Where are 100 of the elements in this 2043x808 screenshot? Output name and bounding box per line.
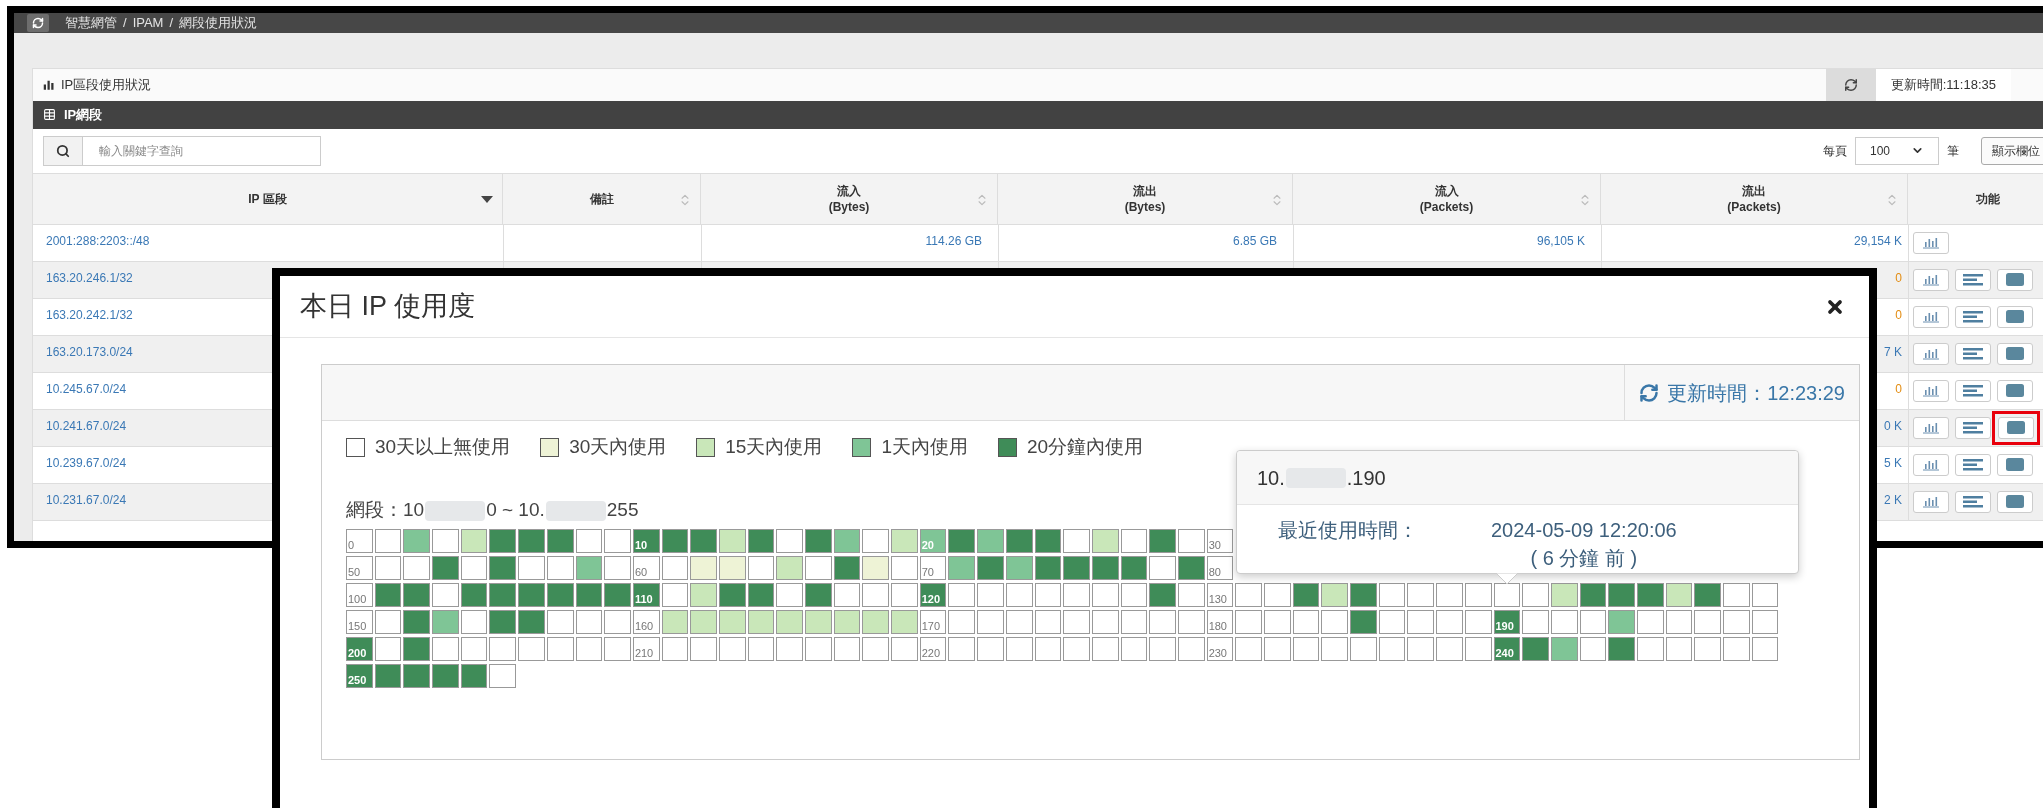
ip-cell[interactable] (805, 528, 832, 553)
search-field[interactable]: 輸入關鍵字查詢 (83, 135, 321, 166)
action-button[interactable] (1913, 490, 1949, 513)
ip-cell[interactable] (1522, 582, 1549, 607)
ip-cell[interactable] (1579, 609, 1607, 634)
breadcrumb-item[interactable]: 智慧網管 (65, 13, 117, 33)
ip-cell[interactable] (575, 555, 603, 580)
ip-cell[interactable] (833, 555, 861, 580)
ip-cell[interactable] (604, 636, 631, 661)
action-button[interactable] (1955, 268, 1991, 291)
ip-cell[interactable] (862, 555, 890, 580)
ip-cell[interactable] (1608, 636, 1635, 661)
ip-cell[interactable]: 120 (919, 582, 947, 607)
ip-cell[interactable]: 180 (1206, 609, 1234, 634)
ip-cell[interactable] (948, 636, 976, 661)
ip-cell[interactable] (1264, 609, 1291, 634)
ip-cell[interactable] (403, 636, 431, 661)
breadcrumb-item[interactable]: 網段使用狀況 (179, 13, 258, 33)
action-button[interactable] (1913, 268, 1949, 291)
ip-cell[interactable] (833, 636, 861, 661)
column-header[interactable]: IP 區段 (248, 190, 287, 207)
ip-cell[interactable] (1665, 636, 1693, 661)
ip-cell[interactable] (1636, 636, 1664, 661)
ip-cell[interactable] (948, 582, 976, 607)
ip-cell[interactable] (374, 609, 402, 634)
ip-cell[interactable] (718, 636, 746, 661)
ip-cell[interactable] (1321, 636, 1349, 661)
traffic-value[interactable]: 5 K (1884, 453, 1902, 472)
ip-cell[interactable]: 10 (632, 528, 660, 553)
ip-cell[interactable]: 30 (1206, 528, 1234, 553)
ip-cell[interactable] (1636, 609, 1664, 634)
action-button[interactable] (1997, 379, 2033, 402)
ip-cell[interactable] (1608, 582, 1635, 607)
ip-cell[interactable] (833, 582, 861, 607)
ip-cell[interactable] (460, 555, 488, 580)
ip-cell[interactable] (575, 636, 603, 661)
ip-cell[interactable] (862, 609, 890, 634)
traffic-value[interactable]: 0 (1895, 305, 1902, 324)
refresh-button[interactable] (27, 13, 49, 32)
ip-cell[interactable] (1063, 528, 1090, 553)
ip-cell[interactable] (1378, 582, 1406, 607)
action-button[interactable] (1955, 453, 1991, 476)
search-button[interactable] (43, 135, 83, 166)
ip-cell[interactable] (518, 609, 545, 634)
ip-cell[interactable] (460, 636, 488, 661)
ip-cell[interactable] (604, 555, 631, 580)
action-button[interactable] (1997, 490, 2033, 513)
ip-cell[interactable] (1407, 636, 1435, 661)
refresh-button[interactable] (1825, 68, 1876, 101)
ip-cell[interactable] (1149, 555, 1176, 580)
action-button[interactable] (1955, 379, 1991, 402)
ip-cell[interactable] (1436, 582, 1463, 607)
ip-cell[interactable]: 130 (1206, 582, 1234, 607)
action-button[interactable] (1997, 305, 2033, 328)
ip-cell[interactable] (1522, 609, 1549, 634)
ip-cell[interactable] (489, 663, 517, 688)
ip-cell[interactable] (1063, 636, 1090, 661)
ip-cell[interactable] (518, 555, 545, 580)
ip-cell[interactable] (546, 609, 574, 634)
column-header[interactable]: 流入 (Bytes) (828, 182, 870, 215)
ip-cell[interactable] (833, 528, 861, 553)
column-header[interactable]: 流出 (Packets) (1727, 182, 1781, 215)
ip-cell[interactable] (1149, 582, 1176, 607)
ip-cell[interactable]: 70 (919, 555, 947, 580)
ip-cell[interactable] (1464, 582, 1492, 607)
ip-cell[interactable] (776, 528, 803, 553)
ip-cell[interactable] (661, 582, 689, 607)
ip-cell[interactable] (1751, 582, 1779, 607)
ip-cell[interactable] (1436, 609, 1463, 634)
column-header[interactable]: 備註 (589, 190, 614, 207)
action-button[interactable] (1913, 231, 1949, 254)
ip-cell[interactable] (1120, 636, 1148, 661)
ip-cell[interactable] (432, 609, 459, 634)
ip-cell[interactable]: 210 (632, 636, 660, 661)
traffic-value[interactable]: 2 K (1884, 490, 1902, 509)
ip-cell[interactable] (690, 609, 717, 634)
ip-cell[interactable] (833, 609, 861, 634)
action-button[interactable] (1955, 342, 1991, 365)
action-button[interactable] (1955, 416, 1991, 439)
ip-cell[interactable] (1751, 609, 1779, 634)
ip-cell[interactable] (747, 582, 775, 607)
ip-cell[interactable] (374, 663, 402, 688)
ip-cell[interactable] (489, 528, 517, 553)
action-button[interactable] (1913, 416, 1949, 439)
ip-cell[interactable] (518, 582, 545, 607)
ip-cell[interactable] (1608, 609, 1635, 634)
ip-cell[interactable] (776, 555, 803, 580)
ip-cell[interactable] (1350, 636, 1377, 661)
ip-cell[interactable] (1723, 582, 1750, 607)
ip-cell[interactable] (518, 636, 545, 661)
ip-cell[interactable] (1579, 582, 1607, 607)
ip-cell[interactable] (432, 663, 459, 688)
ip-cell[interactable] (1005, 609, 1033, 634)
ip-cell[interactable] (489, 555, 517, 580)
ip-cell[interactable] (403, 663, 431, 688)
ip-cell[interactable] (718, 528, 746, 553)
ip-cell[interactable] (1034, 528, 1062, 553)
ip-cell[interactable] (432, 528, 459, 553)
ip-cell[interactable] (1091, 528, 1119, 553)
ip-cell[interactable] (575, 528, 603, 553)
